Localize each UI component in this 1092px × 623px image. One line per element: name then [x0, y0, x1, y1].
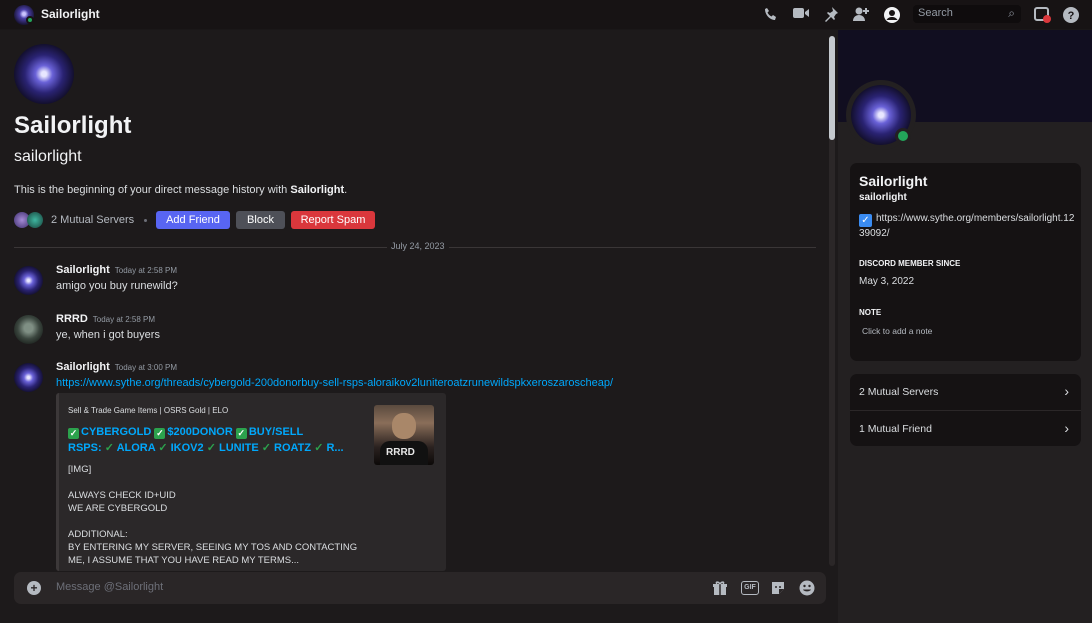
- mutual-servers-row[interactable]: 2 Mutual Servers: [14, 210, 157, 230]
- check-emoji-icon: ✓: [68, 428, 79, 439]
- message-timestamp: Today at 3:00 PM: [114, 363, 178, 372]
- message-avatar[interactable]: [14, 363, 43, 392]
- online-status-dot: [26, 16, 34, 24]
- embed-title-word: R...: [326, 442, 344, 454]
- add-member-icon[interactable]: [852, 6, 870, 24]
- check-mark-icon: ✓: [104, 442, 114, 454]
- member-since-heading: DISCORD MEMBER SINCE: [859, 259, 961, 268]
- check-mark-icon: ✓: [314, 442, 324, 454]
- chat-area: Sailorlight sailorlight This is the begi…: [0, 30, 838, 623]
- thumbnail-face: [392, 413, 416, 439]
- message-avatar[interactable]: [14, 266, 43, 295]
- title-bar: Sailorlight Search ⌕ ?: [0, 0, 1092, 29]
- profile-bio: ✓ https://www.sythe.org/members/sailorlig…: [859, 212, 1075, 240]
- note-input[interactable]: Click to add a note: [862, 326, 932, 336]
- thumbnail-text: RRRD: [386, 447, 415, 458]
- profile-display-name: Sailorlight: [859, 173, 928, 189]
- embed-thumbnail[interactable]: RRRD: [374, 405, 434, 465]
- date-divider: July 24, 2023: [14, 241, 816, 251]
- intro-prefix: This is the beginning of your direct mes…: [14, 184, 291, 196]
- profile-toggle-icon[interactable]: [883, 6, 901, 24]
- emoji-icon[interactable]: [799, 580, 815, 596]
- dm-title: Sailorlight: [41, 7, 100, 21]
- embed-provider[interactable]: Sell & Trade Game Items | OSRS Gold | EL…: [68, 406, 228, 415]
- online-status-dot: [895, 128, 911, 144]
- mutual-list: 2 Mutual Servers › 1 Mutual Friend ›: [850, 374, 1081, 446]
- message-text: amigo you buy runewild?: [56, 280, 178, 292]
- member-since-date: May 3, 2022: [859, 276, 915, 287]
- profile-bio-link[interactable]: https://www.sythe.org/members/sailorligh…: [859, 213, 1074, 239]
- message-timestamp: Today at 2:58 PM: [92, 315, 156, 324]
- embed-title-word: CYBERGOLD: [81, 426, 152, 438]
- intro-suffix: .: [344, 184, 348, 196]
- header-avatar[interactable]: [14, 44, 74, 104]
- date-divider-label: July 24, 2023: [387, 241, 449, 251]
- block-button[interactable]: Block: [236, 211, 285, 229]
- scrollbar-thumb[interactable]: [829, 36, 835, 140]
- check-emoji-icon: ✓: [154, 428, 166, 439]
- message-author[interactable]: RRRD: [56, 313, 88, 325]
- pin-icon[interactable]: [822, 6, 840, 24]
- add-friend-button[interactable]: Add Friend: [156, 211, 230, 229]
- checkbox-emoji-icon: ✓: [859, 214, 872, 227]
- header-display-name: Sailorlight: [14, 112, 132, 139]
- search-input[interactable]: Search ⌕: [913, 5, 1021, 23]
- separator-dot: [144, 218, 148, 222]
- embed-title-word: ROATZ: [274, 442, 312, 454]
- embed-title-word: BUY/SELL: [248, 426, 304, 438]
- embed-title-word: RSPS:: [68, 442, 102, 454]
- embed-title-word: $200DONOR: [167, 426, 233, 438]
- mutual-friends-item-label: 1 Mutual Friend: [859, 423, 932, 435]
- gif-icon[interactable]: GIF: [741, 581, 759, 595]
- check-emoji-icon: ✓: [235, 428, 247, 439]
- search-icon: ⌕: [1008, 6, 1015, 20]
- mutual-servers-item-label: 2 Mutual Servers: [859, 386, 939, 398]
- gift-icon[interactable]: [712, 580, 728, 596]
- message-author[interactable]: Sailorlight: [56, 361, 110, 373]
- call-icon[interactable]: [762, 6, 780, 24]
- embed-title[interactable]: ✓ CYBERGOLD ✓ $200DONOR ✓ BUY/SELL RSPS: ✓ …: [68, 424, 358, 456]
- message-header: RRRD Today at 2:58 PM: [56, 313, 155, 325]
- embed-title-word: IKOV2: [170, 442, 204, 454]
- message-avatar[interactable]: [14, 315, 43, 344]
- inbox-icon[interactable]: [1033, 6, 1051, 24]
- svg-text:?: ?: [1068, 10, 1075, 22]
- chevron-right-icon: ›: [1064, 383, 1069, 399]
- message-author[interactable]: Sailorlight: [56, 264, 110, 276]
- profile-username: sailorlight: [859, 192, 907, 203]
- check-mark-icon: ✓: [261, 442, 271, 454]
- check-mark-icon: ✓: [206, 442, 216, 454]
- mutual-friends-item[interactable]: 1 Mutual Friend ›: [850, 411, 1081, 447]
- upload-plus-icon[interactable]: +: [27, 581, 41, 595]
- message-header: Sailorlight Today at 2:58 PM: [56, 264, 177, 276]
- note-heading: NOTE: [859, 308, 882, 317]
- mutual-servers-item[interactable]: 2 Mutual Servers ›: [850, 374, 1081, 410]
- message-text: ye, when i got buyers: [56, 329, 160, 341]
- message-link[interactable]: https://www.sythe.org/threads/cybergold-…: [56, 377, 613, 389]
- check-mark-icon: ✓: [158, 442, 168, 454]
- profile-panel: Sailorlight sailorlight ✓ https://www.syt…: [838, 30, 1092, 623]
- message-timestamp: Today at 2:58 PM: [114, 266, 178, 275]
- message-composer[interactable]: + Message @Sailorlight GIF: [14, 572, 826, 604]
- intro-name: Sailorlight: [290, 184, 345, 196]
- chat-scrollbar[interactable]: [829, 36, 835, 566]
- report-spam-button[interactable]: Report Spam: [291, 211, 375, 229]
- embed-title-word: ALORA: [116, 442, 156, 454]
- link-embed: Sell & Trade Game Items | OSRS Gold | EL…: [56, 393, 446, 571]
- sticker-icon[interactable]: [770, 580, 786, 596]
- embed-description: [IMG] ALWAYS CHECK ID+UID WE ARE CYBERGO…: [68, 464, 358, 566]
- embed-title-word: LUNITE: [218, 442, 259, 454]
- header-username: sailorlight: [14, 148, 82, 165]
- help-icon[interactable]: ?: [1062, 6, 1080, 24]
- video-icon[interactable]: [792, 6, 810, 24]
- profile-card: Sailorlight sailorlight ✓ https://www.syt…: [850, 163, 1081, 361]
- search-placeholder: Search: [918, 7, 953, 19]
- message-header: Sailorlight Today at 3:00 PM: [56, 361, 177, 373]
- mutual-server-icon: [27, 212, 43, 228]
- message-input[interactable]: Message @Sailorlight: [56, 581, 163, 593]
- mutual-servers-label: 2 Mutual Servers: [51, 214, 135, 226]
- chevron-right-icon: ›: [1064, 420, 1069, 436]
- header-intro-text: This is the beginning of your direct mes…: [14, 184, 347, 196]
